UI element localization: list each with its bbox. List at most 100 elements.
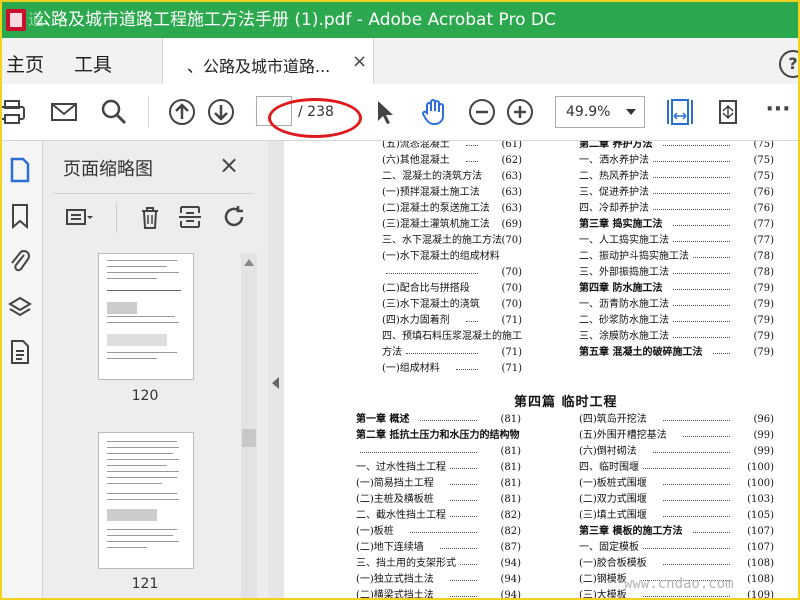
toc-entry[interactable]: (四)筑岛开挖法 (96) xyxy=(579,414,774,426)
search-icon[interactable] xyxy=(98,96,130,128)
toc-entry[interactable]: 三、挡土用的支架形式 (94) xyxy=(356,558,521,570)
toc-entry[interactable]: 第三章 模板的施工方法 (107) xyxy=(579,526,774,538)
toc-entry[interactable]: (二)主桩及横板桩 (81) xyxy=(356,494,521,506)
toc-entry[interactable]: 第二章 抵抗土压力和水压力的结构物 xyxy=(356,430,521,442)
toc-entry[interactable]: 方法 (71) xyxy=(382,347,522,359)
toc-entry-title: (二)配合比与拼搭段 xyxy=(382,283,470,294)
toc-leader-dots xyxy=(713,353,730,354)
hand-tool-icon[interactable] xyxy=(418,96,450,128)
toc-entry[interactable]: 一、固定模板 (107) xyxy=(579,542,774,554)
toc-entry[interactable]: 三、涂膜防水施工法 (79) xyxy=(579,331,774,343)
toc-entry[interactable]: 一、沥青防水施工法 (79) xyxy=(579,299,774,311)
zoom-out-icon[interactable] xyxy=(466,96,498,128)
previous-page-icon[interactable] xyxy=(166,96,198,128)
toc-entry-page: (94) xyxy=(500,558,521,569)
layers-icon[interactable] xyxy=(8,295,32,321)
toc-entry[interactable]: (二)横梁式挡土法 (94) xyxy=(356,590,521,598)
zoom-in-icon[interactable] xyxy=(504,96,536,128)
toc-entry[interactable]: (一)独立式挡土法 (94) xyxy=(356,574,521,586)
close-panel-icon[interactable]: × xyxy=(219,153,239,177)
toc-entry-title: (五)流态混凝土 xyxy=(382,141,450,150)
toc-entry[interactable]: 四、预填石料压浆混凝土的施工 xyxy=(382,331,522,343)
toc-entry-title: 三、涂膜防水施工法 xyxy=(579,331,669,342)
toc-entry[interactable]: (一)水下混凝土的组成材料 xyxy=(382,251,522,263)
toc-entry[interactable]: 第四章 防水施工法 (79) xyxy=(579,283,774,295)
toc-entry[interactable]: 二、混凝土的浇筑方法 (63) xyxy=(382,171,522,183)
toc-entry[interactable]: (二)配合比与拼搭段 (70) xyxy=(382,283,522,295)
extract-page-icon[interactable] xyxy=(176,203,204,231)
tab-document[interactable]: 、公路及城市道路... × xyxy=(162,38,374,85)
toc-entry[interactable]: 三、外部振捣施工法 (78) xyxy=(579,267,774,279)
zoom-select[interactable]: 49.9% xyxy=(555,96,645,128)
toc-entry-page: (108) xyxy=(747,574,774,585)
toc-entry[interactable]: (六)其他混凝土 (62) xyxy=(382,155,522,167)
next-page-icon[interactable] xyxy=(205,96,237,128)
toc-entry[interactable]: 一、人工捣实施工法 (77) xyxy=(579,235,774,247)
toc-entry-page: (100) xyxy=(747,478,774,489)
page-thumbnails-icon[interactable] xyxy=(8,157,32,183)
toc-entry[interactable]: (二)地下连续墙 (87) xyxy=(356,542,521,554)
toc-entry-page: (71) xyxy=(501,363,522,374)
toc-entry[interactable]: (四)水力固着剂 (71) xyxy=(382,315,522,327)
close-tab-icon[interactable]: × xyxy=(352,51,367,72)
panel-collapse-bar[interactable] xyxy=(268,141,284,598)
delete-page-icon[interactable] xyxy=(136,203,164,231)
toc-entry-title: 四、预填石料压浆混凝土的施工 xyxy=(382,331,522,342)
toc-entry-page: (81) xyxy=(500,414,521,425)
more-options-icon[interactable]: ··· xyxy=(762,96,794,128)
toc-entry[interactable]: (一)胶合板模板 (108) xyxy=(579,558,774,570)
toc-entry[interactable]: 二、热风养护法 (75) xyxy=(579,171,774,183)
toc-entry[interactable]: (二)双力式围堰 (103) xyxy=(579,494,774,506)
toc-entry[interactable]: 第三章 捣实施工法 (77) xyxy=(579,219,774,231)
print-icon[interactable] xyxy=(2,96,28,128)
bookmark-icon[interactable] xyxy=(8,203,32,230)
email-icon[interactable] xyxy=(48,96,80,128)
fit-page-icon[interactable] xyxy=(664,96,696,128)
select-cursor-icon[interactable] xyxy=(368,96,400,128)
toc-entry[interactable]: 三、水下混凝土的施工方法 (70) xyxy=(382,235,522,247)
toc-entry[interactable]: (六)倒衬砌法 (99) xyxy=(579,446,774,458)
rotate-page-icon[interactable] xyxy=(220,203,248,231)
scrollbar-thumb[interactable] xyxy=(242,429,256,447)
toc-entry[interactable]: (一)简易挡土工程 (81) xyxy=(356,478,521,490)
help-icon[interactable]: ? xyxy=(779,50,798,78)
page-thumbnail[interactable] xyxy=(98,432,194,569)
scroll-up-icon[interactable] xyxy=(244,259,254,266)
tab-home[interactable]: 主页 xyxy=(6,50,44,77)
attachment-icon[interactable] xyxy=(8,249,32,275)
toc-entry[interactable]: 第二章 养护方法 (75) xyxy=(579,141,774,151)
document-view[interactable]: (五)流态混凝土 (61) (六)其他混凝土 (62) 二、混凝土的浇筑方法 (63) (一… xyxy=(284,141,798,598)
toc-entry[interactable]: 二、截水性挡土工程 (82) xyxy=(356,510,521,522)
collapse-arrow-icon[interactable] xyxy=(272,377,279,389)
toc-entry[interactable]: (五)流态混凝土 (61) xyxy=(382,141,522,151)
toc-entry[interactable]: (一)板桩 (82) xyxy=(356,526,521,538)
toc-entry[interactable]: 四、临时围堰 (100) xyxy=(579,462,774,474)
toc-entry[interactable]: (一)板桩式围堰 (100) xyxy=(579,478,774,490)
tab-tools[interactable]: 工具 xyxy=(74,50,112,77)
toc-entry[interactable]: (二)混凝土的泵送施工法 (63) xyxy=(382,203,522,215)
left-navigation-pane xyxy=(2,141,43,598)
document-properties-icon[interactable] xyxy=(8,339,32,365)
thumbnail-scrollbar[interactable] xyxy=(241,253,257,598)
toc-entry[interactable]: 二、振动护斗捣实施工法 (78) xyxy=(579,251,774,263)
toc-entry[interactable]: (一)预拌混凝土施工法 (63) xyxy=(382,187,522,199)
toc-entry[interactable]: 第一章 概述 (81) xyxy=(356,414,521,426)
toc-entry[interactable]: 第五章 混凝土的破碎施工法 (79) xyxy=(579,347,774,359)
toc-entry[interactable]: 一、洒水养护法 (75) xyxy=(579,155,774,167)
toc-entry-title: (一)胶合板模板 xyxy=(579,558,647,569)
thumbnail-options-icon[interactable] xyxy=(65,203,93,231)
toc-entry-title: (二)混凝土的泵送施工法 xyxy=(382,203,490,214)
page-thumbnail[interactable] xyxy=(98,253,194,380)
toc-entry[interactable]: 四、冷却养护法 (76) xyxy=(579,203,774,215)
toc-leader-dots xyxy=(673,225,730,226)
toc-entry-page: (75) xyxy=(753,155,774,166)
toc-entry[interactable]: 三、促进养护法 (76) xyxy=(579,187,774,199)
toc-entry[interactable]: (一)组成材料 (71) xyxy=(382,363,522,375)
toc-entry[interactable]: (三)混凝土灌筑机施工法 (69) xyxy=(382,219,522,231)
toc-entry[interactable]: (三)填土式围堰 (105) xyxy=(579,510,774,522)
toc-entry[interactable]: 二、砂浆防水施工法 (79) xyxy=(579,315,774,327)
toc-entry[interactable]: 一、过水性挡土工程 (81) xyxy=(356,462,521,474)
toc-entry[interactable]: (三)水下混凝土的浇筑 (70) xyxy=(382,299,522,311)
toc-entry[interactable]: (五)外围开槽挖基法 (99) xyxy=(579,430,774,442)
page-display-icon[interactable] xyxy=(712,96,744,128)
